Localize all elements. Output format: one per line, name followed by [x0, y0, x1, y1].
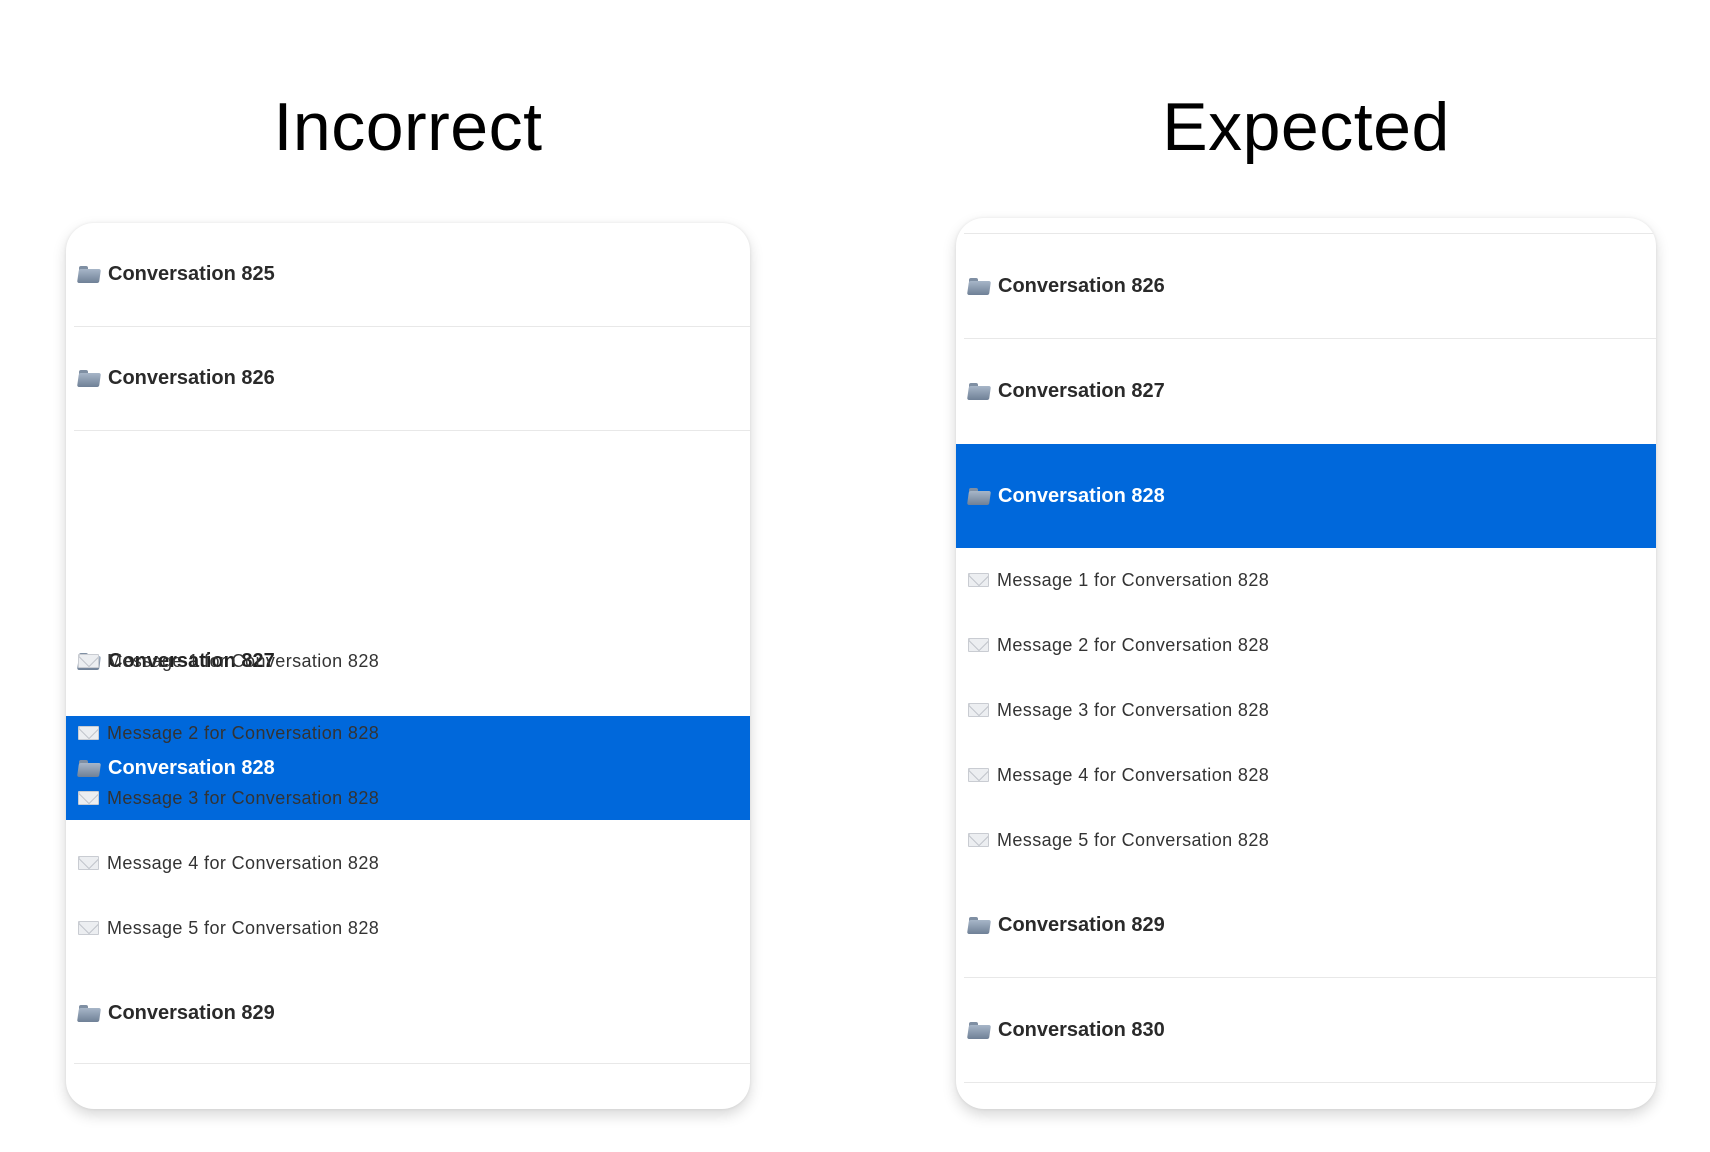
- mail-icon: [968, 768, 989, 782]
- conversation-label: Conversation 829: [108, 1001, 275, 1024]
- message-row-5[interactable]: Message 5 for Conversation 828: [66, 910, 750, 946]
- expected-heading: Expected: [1162, 89, 1450, 165]
- conversation-row-830[interactable]: Conversation 830: [956, 978, 1656, 1082]
- message-row-1[interactable]: Message 1 for Conversation 828: [956, 562, 1656, 598]
- incorrect-list-panel: Conversation 825 Conversation 826 Conver…: [66, 223, 750, 1109]
- message-label: Message 2 for Conversation 828: [107, 722, 380, 743]
- message-label: Message 2 for Conversation 828: [997, 634, 1270, 655]
- message-label: Message 4 for Conversation 828: [997, 764, 1270, 785]
- mail-icon: [78, 856, 99, 870]
- message-row-5[interactable]: Message 5 for Conversation 828: [956, 822, 1656, 858]
- expected-list-panel: Conversation 826 Conversation 827 Conver…: [956, 218, 1656, 1109]
- message-label: Message 5 for Conversation 828: [997, 829, 1270, 850]
- folder-icon: [77, 266, 101, 283]
- conversation-row-829[interactable]: Conversation 829: [956, 873, 1656, 977]
- conversation-label: Conversation 827: [998, 379, 1165, 402]
- divider: [74, 1063, 750, 1064]
- mail-icon: [968, 638, 989, 652]
- mail-icon: [968, 703, 989, 717]
- conversation-label: Conversation 826: [108, 367, 275, 389]
- folder-icon: [967, 382, 991, 400]
- conversation-row-827[interactable]: Conversation 827: [956, 339, 1656, 443]
- message-label: Message 3 for Conversation 828: [107, 787, 380, 808]
- message-row-2[interactable]: Message 2 for Conversation 828: [956, 627, 1656, 663]
- folder-icon: [77, 370, 101, 387]
- mail-icon: [78, 791, 99, 805]
- message-label: Message 1 for Conversation 828: [997, 569, 1270, 590]
- conversation-label: Conversation 825: [108, 263, 275, 285]
- message-row-4[interactable]: Message 4 for Conversation 828: [956, 757, 1656, 793]
- message-row-1[interactable]: Message 1 for Conversation 828: [66, 643, 750, 679]
- folder-icon: [967, 916, 991, 934]
- conversation-label: Conversation 826: [998, 274, 1165, 297]
- message-label: Message 1 for Conversation 828: [107, 650, 380, 671]
- folder-icon: [967, 277, 991, 295]
- folder-icon: [967, 1021, 991, 1039]
- divider: [964, 1082, 1656, 1083]
- message-row-3[interactable]: Message 3 for Conversation 828: [956, 692, 1656, 728]
- message-row-2[interactable]: Message 2 for Conversation 828: [66, 715, 750, 751]
- mail-icon: [78, 921, 99, 935]
- incorrect-heading: Incorrect: [273, 89, 543, 165]
- conversation-row-828-selected[interactable]: Conversation 828: [956, 444, 1656, 548]
- mail-icon: [78, 654, 99, 668]
- conversation-row-826[interactable]: Conversation 826: [956, 234, 1656, 338]
- divider: [74, 430, 750, 431]
- message-row-3[interactable]: Message 3 for Conversation 828: [66, 780, 750, 816]
- mail-icon: [78, 726, 99, 740]
- message-label: Message 3 for Conversation 828: [997, 699, 1270, 720]
- conversation-label: Conversation 830: [998, 1018, 1165, 1041]
- conversation-label: Conversation 828: [108, 756, 275, 779]
- conversation-row-829[interactable]: Conversation 829: [66, 963, 750, 1063]
- conversation-row-826[interactable]: Conversation 826: [66, 327, 750, 430]
- conversation-label: Conversation 828: [998, 484, 1165, 507]
- conversation-label: Conversation 829: [998, 913, 1165, 936]
- message-label: Message 5 for Conversation 828: [107, 917, 380, 938]
- message-row-4[interactable]: Message 4 for Conversation 828: [66, 845, 750, 881]
- folder-icon: [967, 487, 991, 505]
- message-label: Message 4 for Conversation 828: [107, 852, 380, 873]
- folder-icon: [77, 1004, 101, 1022]
- conversation-row-825[interactable]: Conversation 825: [66, 223, 750, 326]
- folder-icon: [77, 759, 101, 777]
- mail-icon: [968, 573, 989, 587]
- mail-icon: [968, 833, 989, 847]
